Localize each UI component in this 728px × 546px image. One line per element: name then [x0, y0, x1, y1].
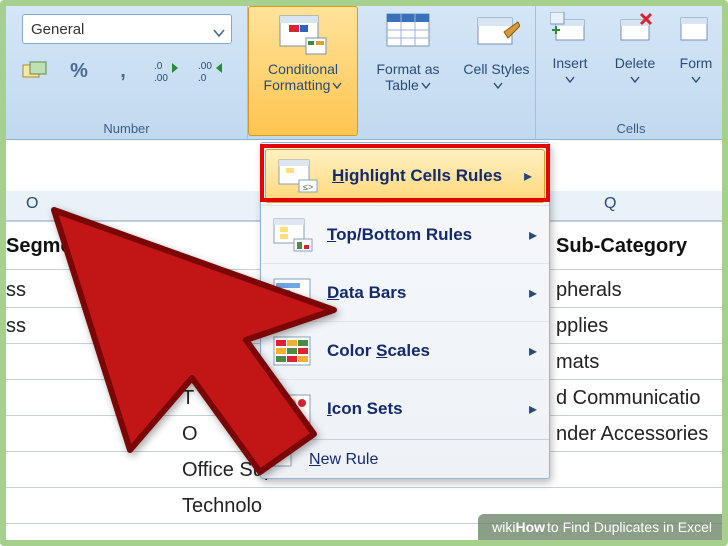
submenu-arrow-icon: ▸: [529, 399, 537, 419]
insert-icon[interactable]: [550, 12, 590, 51]
cell[interactable]: T: [182, 387, 194, 410]
cell[interactable]: pherals: [556, 279, 622, 302]
menu-color-scales[interactable]: Color Scales ▸: [261, 321, 549, 379]
decrease-decimal-button[interactable]: .00.0: [196, 56, 226, 86]
format-as-table-label[interactable]: Format as Table: [358, 61, 458, 93]
cell[interactable]: O: [182, 423, 198, 446]
menu-data-bars[interactable]: Data Bars ▸: [261, 263, 549, 321]
header-segment: Segment: [6, 235, 90, 258]
format-label[interactable]: Form: [680, 55, 713, 87]
submenu-arrow-icon: ▸: [524, 166, 532, 186]
insert-label[interactable]: Insert: [552, 55, 587, 87]
ribbon-group-number: General % , .0.00 .00.0 Number: [6, 6, 248, 140]
comma-button[interactable]: ,: [108, 56, 138, 86]
menu-label: Top/Bottom Rules: [327, 225, 472, 245]
cell[interactable]: nder Accessories: [556, 423, 708, 446]
conditional-formatting-button[interactable]: Conditional Formatting: [248, 6, 358, 136]
svg-text:.0: .0: [154, 61, 163, 72]
cell[interactable]: d Communicatio: [556, 387, 701, 410]
submenu-arrow-icon: ▸: [529, 341, 537, 361]
data-bars-icon: [271, 273, 315, 313]
accounting-format-button[interactable]: [20, 56, 50, 86]
col-header-q[interactable]: Q: [604, 195, 616, 213]
group-label-cells: Cells: [536, 121, 726, 136]
menu-icon-sets[interactable]: Icon Sets ▸: [261, 379, 549, 437]
watermark-text: to Find Duplicates in Excel: [547, 519, 712, 535]
ribbon-group-styles: Conditional Formatting: [248, 6, 358, 140]
format-as-table-icon[interactable]: [385, 12, 431, 57]
submenu-arrow-icon: ▸: [529, 283, 537, 303]
ribbon: General % , .0.00 .00.0 Number: [6, 6, 722, 140]
col-header-o[interactable]: O: [26, 195, 38, 213]
svg-text:.00: .00: [198, 61, 212, 72]
delete-icon[interactable]: [615, 12, 655, 51]
cell[interactable]: pplies: [556, 315, 608, 338]
menu-label: New Rule: [309, 451, 378, 469]
conditional-formatting-icon: [277, 13, 329, 57]
watermark-suffix: How: [515, 519, 545, 535]
menu-label: Highlight Cells Rules: [332, 166, 502, 186]
menu-top-bottom-rules[interactable]: Top/Bottom Rules ▸: [261, 205, 549, 263]
group-label-number: Number: [6, 121, 247, 136]
format-icon[interactable]: [679, 12, 713, 51]
increase-decimal-button[interactable]: .0.00: [152, 56, 182, 86]
number-format-combo[interactable]: General: [22, 14, 232, 44]
icon-sets-icon: [271, 389, 315, 429]
percent-button[interactable]: %: [64, 56, 94, 86]
cell[interactable]: Technolo: [182, 495, 262, 518]
chevron-down-icon: [213, 25, 225, 42]
chevron-down-icon: [332, 77, 342, 93]
color-scales-icon: [271, 331, 315, 371]
cell[interactable]: mats: [556, 351, 599, 374]
svg-text:.00: .00: [154, 73, 168, 83]
menu-new-rule[interactable]: New Rule: [261, 442, 549, 474]
ribbon-format-as-table: Format as Table: [358, 6, 458, 140]
cell-styles-icon[interactable]: [474, 12, 520, 57]
submenu-arrow-icon: ▸: [529, 225, 537, 245]
watermark-brand: wiki: [492, 519, 515, 535]
svg-text:≤>: ≤>: [303, 182, 313, 192]
highlight-cells-icon: ≤>: [276, 156, 320, 196]
cell[interactable]: ss: [6, 279, 26, 302]
menu-label: Data Bars: [327, 283, 406, 303]
new-rule-icon: [271, 448, 299, 472]
conditional-formatting-menu: ≤> Highlight Cells Rules ▸ Top/Bottom Ru…: [260, 142, 550, 479]
cell-styles-label[interactable]: Cell Styles: [458, 61, 535, 93]
menu-highlight-cells-rules[interactable]: ≤> Highlight Cells Rules ▸: [265, 149, 545, 203]
menu-label: Icon Sets: [327, 399, 403, 419]
top-bottom-icon: [271, 215, 315, 255]
watermark: wikiHow to Find Duplicates in Excel: [478, 514, 722, 540]
cell[interactable]: ss: [6, 315, 26, 338]
svg-text:.0: .0: [198, 73, 207, 83]
delete-label[interactable]: Delete: [615, 55, 655, 87]
header-subcategory: Sub-Category: [556, 235, 687, 258]
number-format-value: General: [31, 21, 84, 38]
ribbon-group-cells: Insert Delete Form Cells: [536, 6, 726, 140]
ribbon-cell-styles: Cell Styles: [458, 6, 536, 140]
conditional-formatting-label: Conditional Formatting: [249, 61, 357, 93]
menu-label: Color Scales: [327, 341, 430, 361]
